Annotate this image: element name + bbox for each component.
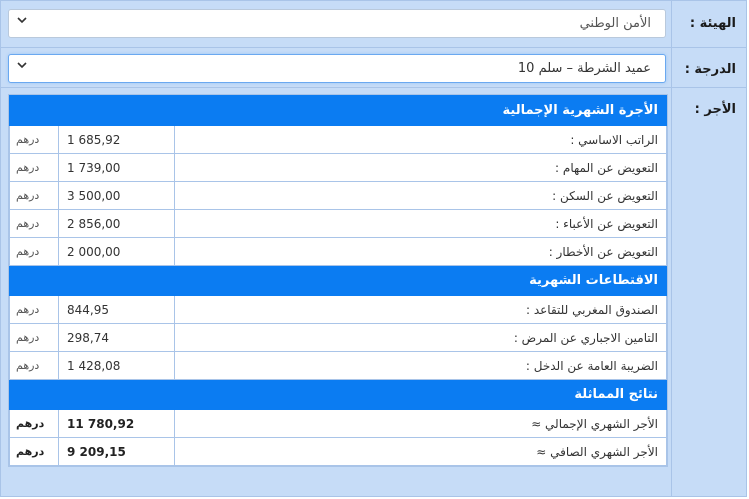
pay-label: الأجر : xyxy=(694,102,736,117)
table-row: التعويض عن المهام :1 739,00 درهم xyxy=(9,153,667,182)
row-label: التعويض عن السكن : xyxy=(174,181,667,210)
row-value: 844,95 xyxy=(58,295,175,324)
agency-label: الهيئة : xyxy=(689,16,736,31)
salary-form: الهيئة : الدرجة : الأجر : الأمن الوطني ع… xyxy=(0,0,747,497)
agency-select[interactable]: الأمن الوطني xyxy=(8,9,666,38)
pay-panel: الأجرة الشهرية الإجمالية الراتب الاساسي :… xyxy=(8,94,668,467)
table-row: الضريبة العامة عن الدخل :1 428,08 درهم xyxy=(9,351,667,380)
table-row: الأجر الشهري الإجمالي ≈11 780,92 درهم xyxy=(9,409,667,438)
table-row: الصندوق المغربي للتقاعد :844,95 درهم xyxy=(9,295,667,324)
row-label: التعويض عن المهام : xyxy=(174,153,667,182)
row-label: الراتب الاساسي : xyxy=(174,125,667,154)
gross-section-header-title: الأجرة الشهرية الإجمالية xyxy=(9,95,667,126)
grade-label: الدرجة : xyxy=(684,62,736,77)
chevron-down-icon xyxy=(17,62,27,69)
row-value: 1 739,00 xyxy=(58,153,175,182)
table-row: الراتب الاساسي :1 685,92 درهم xyxy=(9,125,667,154)
row-unit: درهم xyxy=(9,181,59,210)
row-unit: درهم xyxy=(9,237,59,266)
table-row: التعويض عن السكن :3 500,00 درهم xyxy=(9,181,667,210)
table-row: الأجر الشهري الصافي ≈9 209,15 درهم xyxy=(9,437,667,466)
table-row: التعويض عن الأخطار :2 000,00 درهم xyxy=(9,237,667,266)
row-unit: درهم xyxy=(9,209,59,238)
row-unit: درهم xyxy=(9,351,59,380)
grade-select-value: عميد الشرطة – سلم 10 xyxy=(517,61,651,76)
row-unit: درهم xyxy=(9,295,59,324)
pay-table: الأجرة الشهرية الإجمالية الراتب الاساسي :… xyxy=(9,95,667,466)
row-unit: درهم xyxy=(9,409,59,438)
grade-select[interactable]: عميد الشرطة – سلم 10 xyxy=(8,54,666,83)
row-label: التعويض عن الأخطار : xyxy=(174,237,667,266)
row-divider xyxy=(0,87,746,88)
row-unit: درهم xyxy=(9,323,59,352)
table-row: التعويض عن الأعباء :2 856,00 درهم xyxy=(9,209,667,238)
row-label: التامين الاجباري عن المرض : xyxy=(174,323,667,352)
row-value: 2 000,00 xyxy=(58,237,175,266)
row-value: 1 428,08 xyxy=(58,351,175,380)
deductions-section-header: الاقتطاعات الشهرية xyxy=(9,265,667,296)
table-row: التامين الاجباري عن المرض :298,74 درهم xyxy=(9,323,667,352)
row-value: 2 856,00 xyxy=(58,209,175,238)
row-unit: درهم xyxy=(9,153,59,182)
row-value: 9 209,15 xyxy=(58,437,175,466)
row-value: 298,74 xyxy=(58,323,175,352)
row-label: الصندوق المغربي للتقاعد : xyxy=(174,295,667,324)
row-value: 11 780,92 xyxy=(58,409,175,438)
results-section-header: نتائج المماثلة xyxy=(9,379,667,410)
row-label: التعويض عن الأعباء : xyxy=(174,209,667,238)
row-unit: درهم xyxy=(9,125,59,154)
chevron-down-icon xyxy=(17,17,27,24)
row-label: الأجر الشهري الإجمالي ≈ xyxy=(174,409,667,438)
deductions-section-header-title: الاقتطاعات الشهرية xyxy=(9,265,667,296)
row-value: 1 685,92 xyxy=(58,125,175,154)
row-unit: درهم xyxy=(9,437,59,466)
results-section-header-title: نتائج المماثلة xyxy=(9,379,667,410)
row-label: الضريبة العامة عن الدخل : xyxy=(174,351,667,380)
agency-select-value: الأمن الوطني xyxy=(579,16,651,31)
gross-section-header: الأجرة الشهرية الإجمالية xyxy=(9,95,667,126)
row-divider xyxy=(0,47,746,48)
row-label: الأجر الشهري الصافي ≈ xyxy=(174,437,667,466)
row-value: 3 500,00 xyxy=(58,181,175,210)
